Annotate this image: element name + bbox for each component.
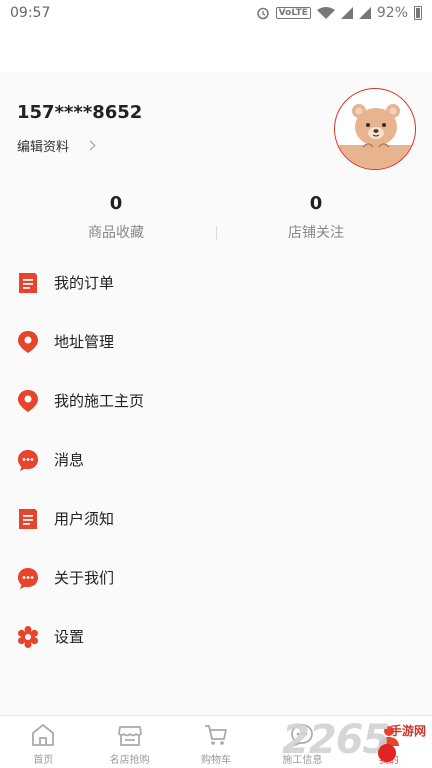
- status-icons: VoLTE 92%: [256, 5, 422, 21]
- menu-list: 我的订单 地址管理 我的施工主页 消息 用户须知 关于我们 设置: [0, 253, 432, 666]
- gear-icon: [17, 625, 39, 649]
- tab-cart-label: 购物车: [201, 755, 232, 766]
- user-phone: 157****8652: [17, 102, 143, 123]
- profile-icon: [378, 726, 399, 746]
- chevron-right-icon: [85, 140, 96, 151]
- menu-item-settings[interactable]: 设置: [0, 607, 432, 666]
- menu-label-orders: 我的订单: [54, 274, 115, 292]
- tab-home[interactable]: 首页: [0, 716, 86, 768]
- message-icon: [17, 566, 39, 590]
- alarm-icon: [256, 7, 269, 20]
- menu-item-orders[interactable]: 我的订单: [0, 253, 432, 312]
- profile-section: 157****8652 编辑资料: [0, 72, 432, 182]
- menu-label-settings: 设置: [54, 628, 85, 646]
- menu-label-address: 地址管理: [54, 333, 115, 351]
- avatar[interactable]: [334, 88, 416, 170]
- document-icon: [17, 507, 39, 531]
- signal-icon: [340, 7, 353, 19]
- tab-profile-label: 我的: [378, 755, 399, 766]
- battery-icon: [414, 6, 422, 20]
- signal-icon-2: [358, 7, 371, 19]
- message-icon: [17, 448, 39, 472]
- tab-home-label: 首页: [33, 755, 54, 766]
- store-icon: [117, 726, 142, 746]
- bear-avatar-icon: [335, 104, 415, 169]
- edit-profile-label: 编辑资料: [17, 140, 70, 155]
- stat-favorites[interactable]: 0 商品收藏: [16, 190, 216, 242]
- tab-construction-info-label: 施工信息: [282, 755, 323, 766]
- status-bar: 09:57 VoLTE 92%: [0, 0, 432, 26]
- menu-label-messages: 消息: [54, 451, 85, 469]
- header-spacer: [0, 26, 432, 72]
- bottom-tab-bar: 首页 名店抢购 购物车 施工信息 我的: [0, 715, 432, 768]
- tab-construction-info[interactable]: 施工信息: [259, 716, 345, 768]
- tab-cart[interactable]: 购物车: [173, 716, 259, 768]
- menu-item-about[interactable]: 关于我们: [0, 548, 432, 607]
- location-pin-icon: [17, 330, 39, 354]
- order-icon: [17, 271, 39, 295]
- status-time: 09:57: [10, 5, 51, 21]
- menu-label-user-notice: 用户须知: [54, 510, 115, 528]
- tab-store-rush-label: 名店抢购: [109, 755, 150, 766]
- menu-item-address[interactable]: 地址管理: [0, 312, 432, 371]
- tab-profile[interactable]: 我的: [346, 716, 432, 768]
- follows-count: 0: [309, 193, 323, 214]
- edit-profile-link[interactable]: 编辑资料: [17, 136, 96, 155]
- menu-item-messages[interactable]: 消息: [0, 430, 432, 489]
- home-icon: [32, 724, 55, 746]
- chat-icon: [291, 724, 314, 747]
- menu-item-construction-home[interactable]: 我的施工主页: [0, 371, 432, 430]
- menu-label-construction-home: 我的施工主页: [54, 392, 145, 410]
- favorites-label: 商品收藏: [88, 225, 144, 241]
- stat-follows[interactable]: 0 店铺关注: [216, 190, 416, 242]
- stats-row: 0 商品收藏 0 店铺关注: [0, 190, 432, 246]
- location-pin-icon: [17, 389, 39, 413]
- wifi-icon: [316, 7, 335, 19]
- tab-store-rush[interactable]: 名店抢购: [86, 716, 172, 768]
- favorites-count: 0: [109, 193, 123, 214]
- volte-badge: VoLTE: [275, 7, 311, 19]
- battery-percent: 92%: [376, 5, 408, 21]
- cart-icon: [205, 725, 227, 745]
- follows-label: 店铺关注: [288, 225, 344, 241]
- menu-label-about: 关于我们: [54, 569, 115, 587]
- menu-item-user-notice[interactable]: 用户须知: [0, 489, 432, 548]
